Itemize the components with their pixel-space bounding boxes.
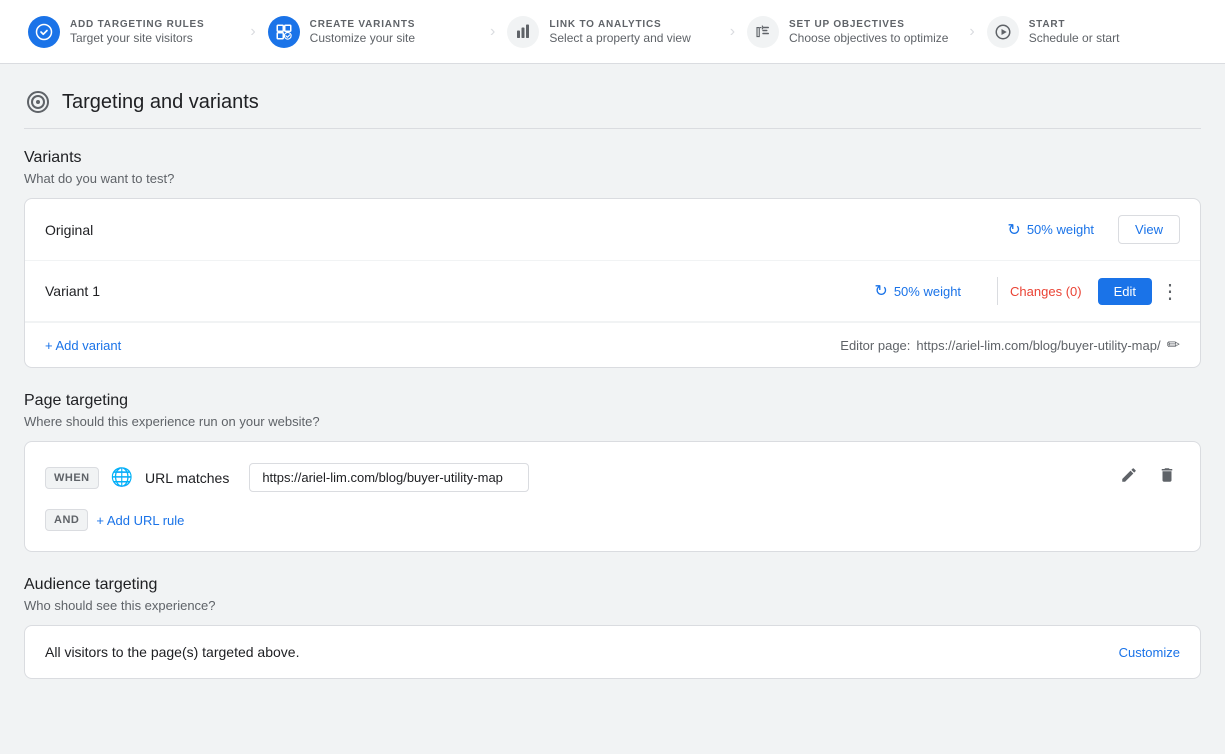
page-targeting-heading: Page targeting <box>24 392 1201 410</box>
step-desc-add-targeting: Target your site visitors <box>70 31 204 45</box>
weight-label-1: 50% weight <box>894 284 961 299</box>
changes-link-1[interactable]: Changes (0) <box>1010 284 1082 299</box>
variants-subtext: What do you want to test? <box>24 171 1201 186</box>
edit-button-1[interactable]: Edit <box>1098 278 1152 305</box>
url-rule-row: WHEN 🌐 URL matches <box>45 462 1180 493</box>
globe-icon: 🌐 <box>111 467 133 488</box>
weight-label-original: 50% weight <box>1027 222 1094 237</box>
divider-1 <box>997 277 998 305</box>
step-desc-start: Schedule or start <box>1029 31 1120 45</box>
variant-row-original: Original ↻ 50% weight View <box>25 199 1200 261</box>
step-desc-create-variants: Customize your site <box>310 31 416 45</box>
step-desc-objectives: Choose objectives to optimize <box>789 31 948 45</box>
variant-row-1: Variant 1 ↻ 50% weight Changes (0) Edit … <box>25 261 1200 322</box>
audience-targeting-heading: Audience targeting <box>24 576 1201 594</box>
step-text-start: START Schedule or start <box>1029 19 1120 45</box>
nav-step-start[interactable]: START Schedule or start <box>975 16 1209 48</box>
add-url-link[interactable]: + Add URL rule <box>96 513 184 528</box>
editor-page-prefix: Editor page: <box>840 338 910 353</box>
variants-section: Variants What do you want to test? Origi… <box>24 149 1201 368</box>
weight-badge-original: ↻ 50% weight <box>1007 220 1094 240</box>
variants-card: Original ↻ 50% weight View Variant 1 ↻ 5… <box>24 198 1201 368</box>
nav-step-link-analytics[interactable]: LINK TO ANALYTICS Select a property and … <box>495 16 729 48</box>
and-badge: AND <box>45 509 88 531</box>
variant-name-1: Variant 1 <box>45 283 874 299</box>
add-variant-row: + Add variant Editor page: https://ariel… <box>25 322 1200 367</box>
step-label-start: START <box>1029 19 1120 30</box>
customize-link[interactable]: Customize <box>1119 645 1180 660</box>
step-label-create-variants: CREATE VARIANTS <box>310 19 416 30</box>
audience-targeting-section: Audience targeting Who should see this e… <box>24 576 1201 679</box>
step-label-link-analytics: LINK TO ANALYTICS <box>549 19 690 30</box>
more-options-icon-1[interactable]: ⋮ <box>1160 279 1180 304</box>
step-text-create-variants: CREATE VARIANTS Customize your site <box>310 19 416 45</box>
step-text-add-targeting: ADD TARGETING RULES Target your site vis… <box>70 19 204 45</box>
refresh-icon-1: ↻ <box>874 281 887 301</box>
add-variant-link[interactable]: + Add variant <box>45 338 121 353</box>
nav-step-create-variants[interactable]: CREATE VARIANTS Customize your site <box>256 16 490 48</box>
when-badge: WHEN <box>45 467 99 489</box>
page-targeting-section: Page targeting Where should this experie… <box>24 392 1201 552</box>
step-text-objectives: SET UP OBJECTIVES Choose objectives to o… <box>789 19 948 45</box>
step-icon-link-analytics <box>507 16 539 48</box>
editor-page-text: Editor page: https://ariel-lim.com/blog/… <box>840 335 1180 355</box>
edit-url-rule-button[interactable] <box>1116 462 1142 493</box>
audience-targeting-subtext: Who should see this experience? <box>24 598 1201 613</box>
step-desc-link-analytics: Select a property and view <box>549 31 690 45</box>
add-url-row: AND + Add URL rule <box>45 509 1180 531</box>
targeting-card-inner: WHEN 🌐 URL matches <box>25 442 1200 551</box>
step-label-add-targeting: ADD TARGETING RULES <box>70 19 204 30</box>
page-targeting-card: WHEN 🌐 URL matches <box>24 441 1201 552</box>
page-targeting-subtext: Where should this experience run on your… <box>24 414 1201 429</box>
step-icon-create-variants <box>268 16 300 48</box>
nav-step-objectives[interactable]: SET UP OBJECTIVES Choose objectives to o… <box>735 16 969 48</box>
step-icon-start <box>987 16 1019 48</box>
url-input[interactable] <box>249 463 529 492</box>
step-icon-objectives <box>747 16 779 48</box>
delete-url-rule-button[interactable] <box>1154 462 1180 493</box>
variants-heading: Variants <box>24 149 1201 167</box>
main-content: Targeting and variants Variants What do … <box>0 64 1225 727</box>
variant-name-original: Original <box>45 222 1007 238</box>
page-title: Targeting and variants <box>62 91 259 114</box>
targeting-icon <box>24 88 52 116</box>
step-icon-add-targeting <box>28 16 60 48</box>
view-button-original[interactable]: View <box>1118 215 1180 244</box>
audience-targeting-card: All visitors to the page(s) targeted abo… <box>24 625 1201 679</box>
top-nav: ADD TARGETING RULES Target your site vis… <box>0 0 1225 64</box>
weight-badge-1: ↻ 50% weight <box>874 281 961 301</box>
nav-step-add-targeting[interactable]: ADD TARGETING RULES Target your site vis… <box>16 16 250 48</box>
step-text-link-analytics: LINK TO ANALYTICS Select a property and … <box>549 19 690 45</box>
step-label-objectives: SET UP OBJECTIVES <box>789 19 948 30</box>
audience-card-inner: All visitors to the page(s) targeted abo… <box>25 626 1200 678</box>
audience-text: All visitors to the page(s) targeted abo… <box>45 644 299 660</box>
refresh-icon-original: ↻ <box>1007 220 1020 240</box>
page-header: Targeting and variants <box>24 88 1201 129</box>
edit-url-icon[interactable]: ✏ <box>1167 335 1180 355</box>
url-matches-label: URL matches <box>145 470 229 486</box>
editor-page-url: https://ariel-lim.com/blog/buyer-utility… <box>916 338 1160 353</box>
